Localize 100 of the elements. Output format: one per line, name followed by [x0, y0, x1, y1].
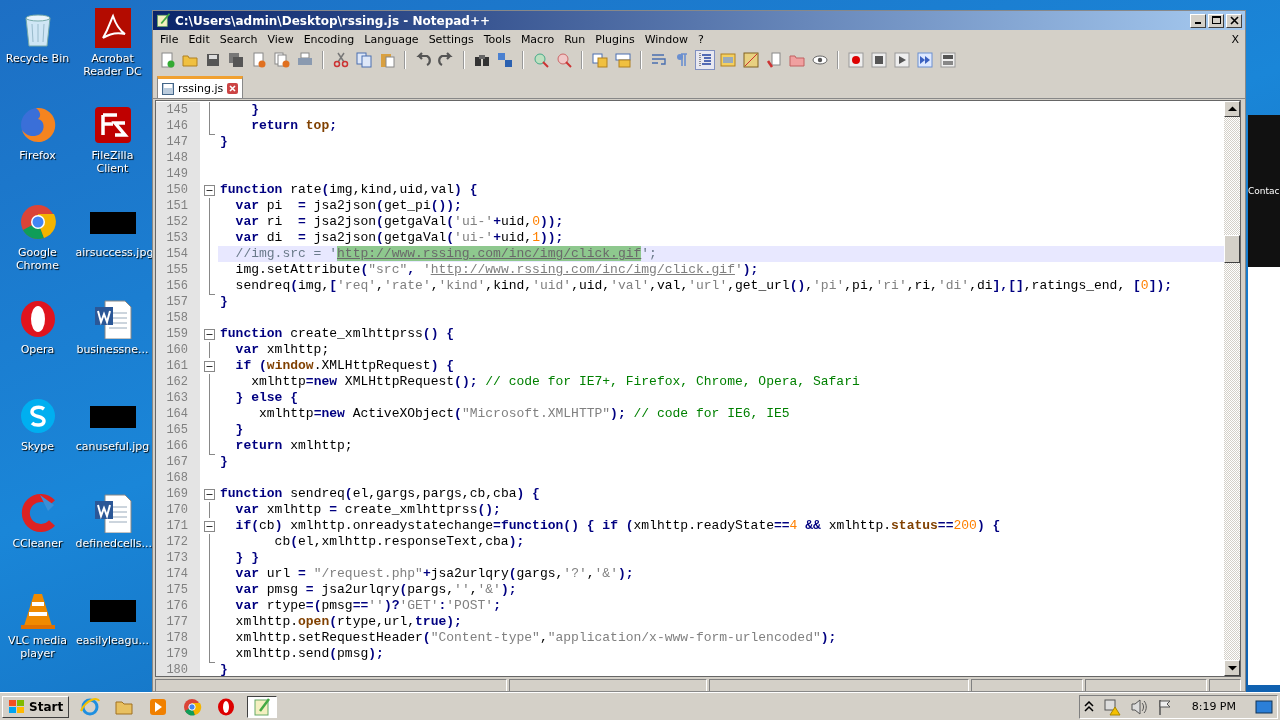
line-number: 148 — [156, 150, 200, 166]
close-button[interactable] — [1226, 13, 1242, 28]
function-list-icon[interactable] — [764, 50, 784, 70]
copy-icon[interactable] — [354, 50, 374, 70]
notepad-icon[interactable] — [247, 695, 278, 718]
line-number: 172 — [156, 534, 200, 550]
code-line: function sendreq(el,gargs,pargs,cb,cba) { — [219, 486, 541, 502]
close-all-icon[interactable] — [272, 50, 292, 70]
desktop-icon-label[interactable]: CCleaner — [12, 537, 63, 550]
fold-line — [208, 342, 210, 358]
desktop-icon-label[interactable]: canuseful.jpg — [75, 440, 150, 453]
close-document-button[interactable]: X — [1225, 32, 1245, 46]
minimize-button[interactable] — [1190, 13, 1206, 28]
collapse-icon[interactable] — [203, 520, 215, 532]
line-number: 178 — [156, 630, 200, 646]
document-app-icon[interactable] — [92, 8, 133, 48]
up-arrow-icon[interactable] — [1227, 106, 1237, 112]
desktop-icon-label[interactable]: Google Chrome — [0, 246, 75, 272]
maximize-button[interactable] — [1208, 13, 1224, 28]
desktop-icon-label[interactable]: VLC media player — [0, 634, 75, 660]
indent-guide-icon[interactable] — [695, 50, 715, 70]
scissors-icon[interactable] — [331, 50, 351, 70]
desktop-icon-label[interactable]: businessne... — [76, 343, 149, 356]
windows-logo-icon — [8, 698, 26, 715]
word-document-icon[interactable] — [92, 493, 133, 533]
code-line: if(cb) xmlhttp.onreadystatechange=function() { if (xmlhttp.readyState==4 && xmlhttp.status==200) { — [234, 518, 1002, 534]
transfer-app-icon[interactable] — [92, 105, 133, 145]
line-number: 180 — [156, 662, 200, 676]
menu-item[interactable]: Settings — [423, 31, 479, 47]
clock[interactable]: 8:19 PM — [1191, 700, 1236, 713]
desktop-icon-label[interactable]: FileZilla Client — [75, 149, 150, 175]
line-number: 169 — [156, 486, 200, 502]
menu-item[interactable]: ? — [693, 31, 709, 47]
save-all-icon[interactable] — [226, 50, 246, 70]
line-number: 154 — [156, 246, 200, 262]
menu-item[interactable]: Run — [559, 31, 591, 47]
code-line: } — [250, 102, 260, 118]
close-tab-icon[interactable] — [227, 83, 239, 94]
maximize-icon — [1211, 16, 1221, 25]
line-number: 153 — [156, 230, 200, 246]
desktop-icon-label[interactable]: easilyleagu... — [76, 634, 149, 647]
menu-item[interactable]: File — [155, 31, 184, 47]
start-button[interactable]: Start — [2, 695, 70, 718]
desktop-icon-label[interactable]: definedcells... — [75, 537, 150, 550]
collapse-icon[interactable] — [203, 360, 215, 372]
desktop-icon-label[interactable]: Opera — [20, 343, 55, 356]
line-number: 155 — [156, 262, 200, 278]
line-number: 151 — [156, 198, 200, 214]
code-line: xmlhttp=new ActiveXObject("Microsoft.XMLHTTP"); // code for IE6, IE5 — [258, 406, 791, 422]
speaker-icon[interactable] — [1129, 698, 1148, 715]
line-number: 179 — [156, 646, 200, 662]
background-window-text: Contac — [1248, 115, 1280, 267]
code-line: var xmlhttp = create_xmlhttprss(); — [234, 502, 502, 518]
code-line: xmlhttp.send(pmsg); — [234, 646, 385, 662]
file-tab[interactable]: rssing.js — [157, 76, 244, 98]
replace-icon[interactable] — [495, 50, 515, 70]
menu-item[interactable]: Macro — [515, 31, 560, 47]
map-icon[interactable] — [741, 50, 761, 70]
sync-horizontal-icon[interactable] — [613, 50, 633, 70]
collapse-icon[interactable] — [203, 184, 215, 196]
record-icon[interactable] — [846, 50, 866, 70]
code-line: return xmlhttp; — [234, 438, 354, 454]
collapse-icon[interactable] — [203, 488, 215, 500]
code-line: xmlhttp.setRequestHeader("Content-type","application/x-www-form-urlencoded"); — [234, 630, 838, 646]
zoom-in-icon[interactable] — [531, 50, 551, 70]
desktop-icon-label[interactable]: Acrobat Reader DC — [75, 52, 150, 78]
menu-item[interactable]: Search — [214, 31, 263, 47]
collapse-icon[interactable] — [203, 328, 215, 340]
line-number: 167 — [156, 454, 200, 470]
zoom-out-icon[interactable] — [554, 50, 574, 70]
fast-forward-icon[interactable] — [915, 50, 935, 70]
play-icon[interactable] — [892, 50, 912, 70]
vertical-scrollbar[interactable] — [1224, 101, 1240, 676]
menu-item[interactable]: Language — [359, 31, 424, 47]
menu-item[interactable]: Plugins — [590, 31, 640, 47]
desktop-icon-label[interactable]: Skype — [20, 440, 55, 453]
word-document-icon[interactable] — [92, 299, 133, 339]
line-number: 170 — [156, 502, 200, 518]
menu-item[interactable]: Window — [639, 31, 694, 47]
down-arrow-icon[interactable] — [1227, 665, 1237, 671]
stop-icon[interactable] — [869, 50, 889, 70]
code-line: } — [219, 294, 229, 310]
line-number: 152 — [156, 214, 200, 230]
menu-item[interactable]: Tools — [478, 31, 516, 47]
menu-item[interactable]: Edit — [183, 31, 215, 47]
code-line: var url = "/request.php"+jsa2urlqry(gargs,'?','&'); — [234, 566, 635, 582]
desktop-icon-label[interactable]: Recycle Bin — [5, 52, 70, 65]
flag-icon[interactable] — [1156, 698, 1173, 715]
chevron-up-icon[interactable] — [1083, 700, 1094, 713]
desktop-icon-label[interactable]: Firefox — [19, 149, 56, 162]
save-macro-icon[interactable] — [938, 50, 958, 70]
line-number: 157 — [156, 294, 200, 310]
close-icon — [1229, 16, 1239, 25]
show-desktop-icon[interactable] — [1255, 698, 1273, 715]
menu-item[interactable]: View — [262, 31, 299, 47]
sync-vertical-icon[interactable] — [590, 50, 610, 70]
desktop-icon-label[interactable]: airsuccess.jpg — [75, 246, 150, 259]
code-line: function rate(img,kind,uid,val) { — [219, 182, 479, 198]
scrollbar-thumb[interactable] — [1224, 235, 1240, 263]
menu-item[interactable]: Encoding — [298, 31, 360, 47]
